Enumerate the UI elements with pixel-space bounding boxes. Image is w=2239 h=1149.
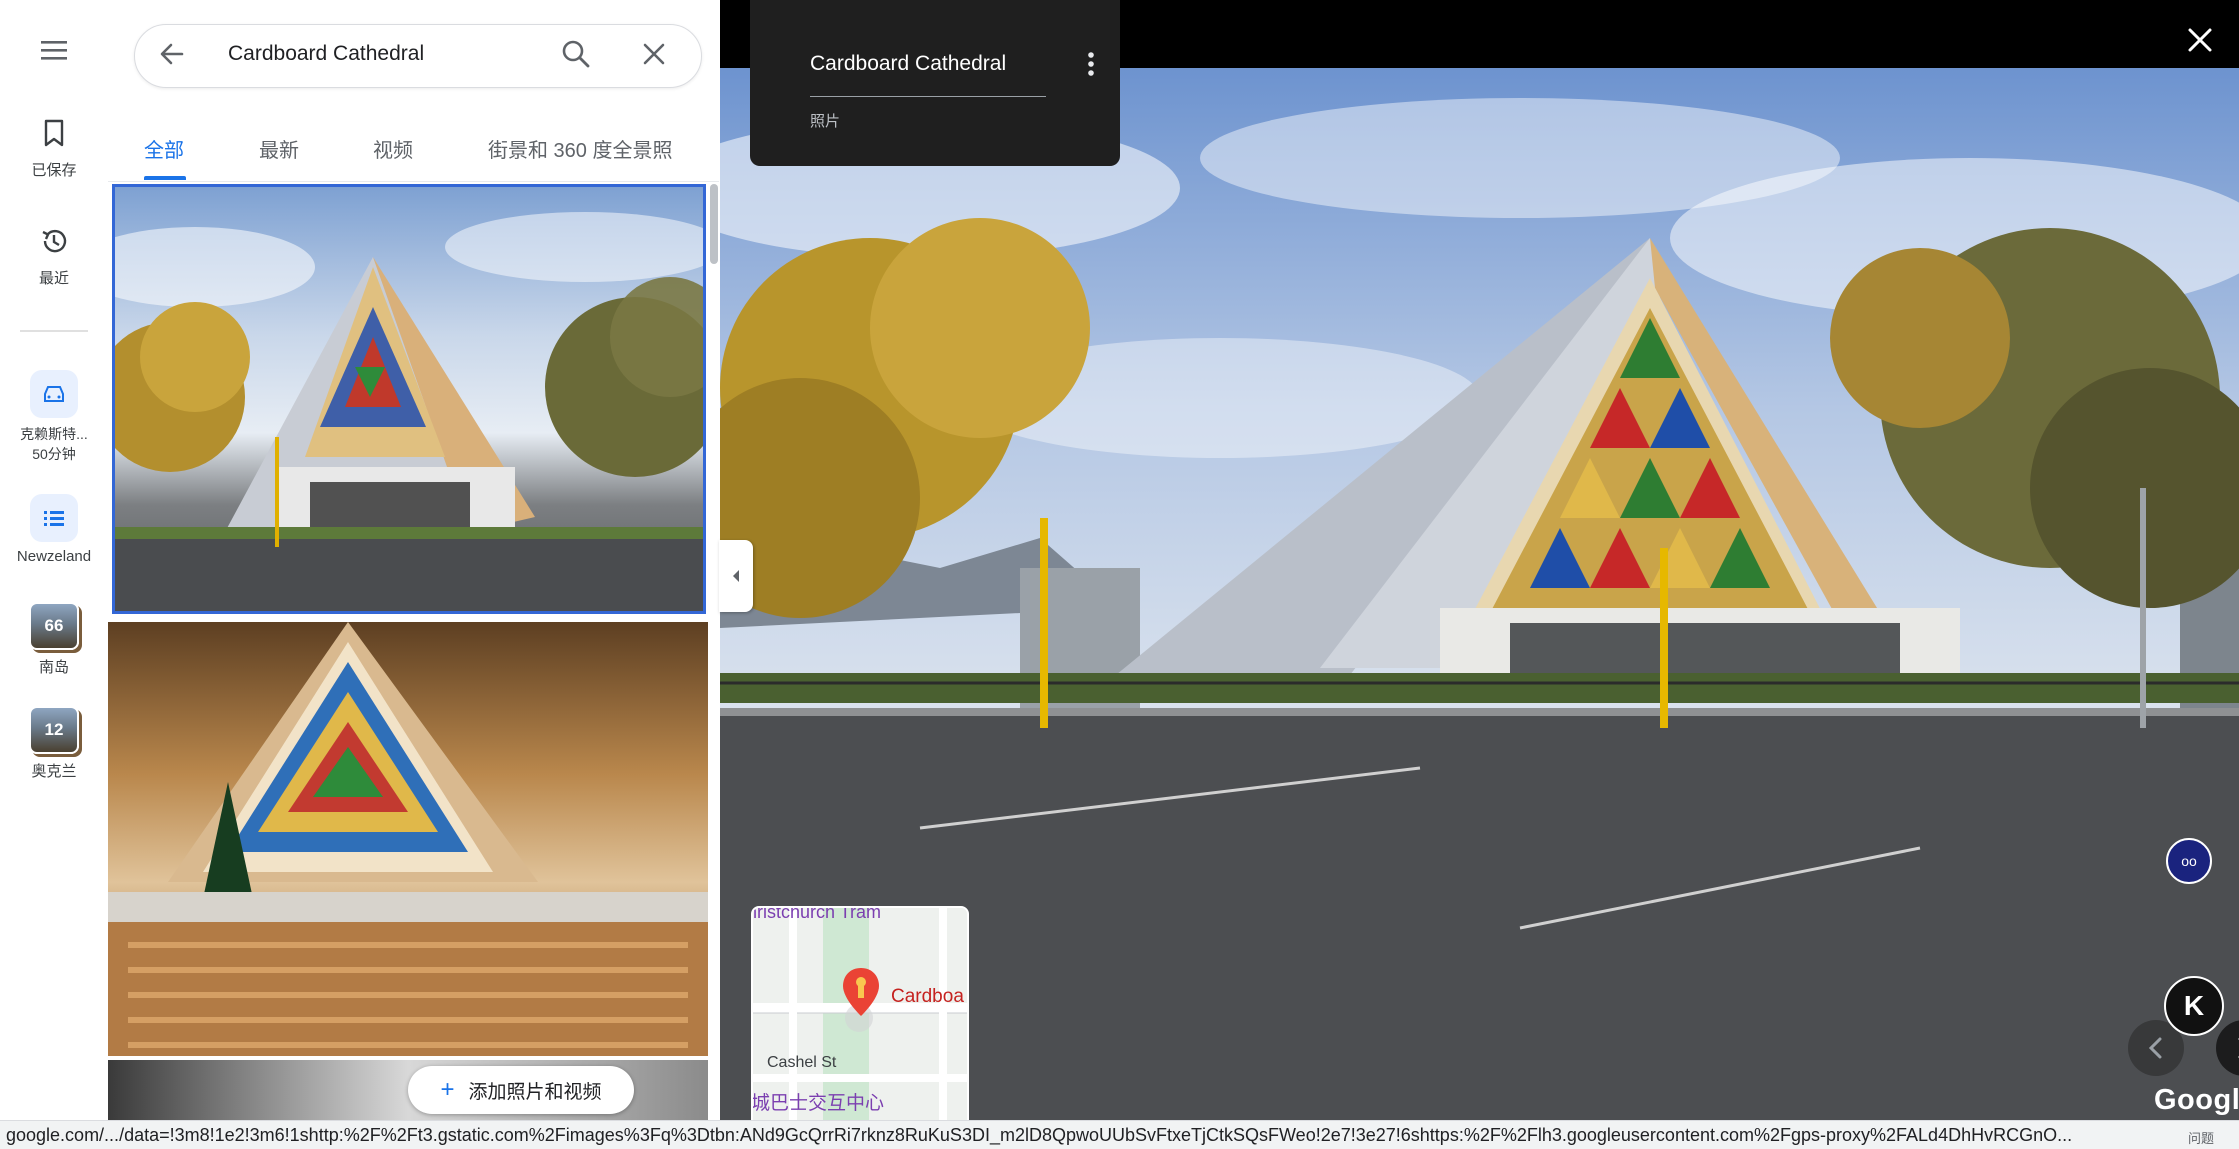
recent-label: 最近 [38,270,69,287]
search-input[interactable]: Cardboard Cathedral [228,42,424,66]
tab-street-view[interactable]: 街景和 360 度全景照 [488,134,672,163]
search-button[interactable] [560,38,592,75]
bookmark-icon [44,119,64,147]
chevron-left-icon [2148,1037,2162,1059]
saved-label: 已保存 [31,162,77,179]
south-island-thumbnail: 66 [29,602,79,650]
street-view-button[interactable]: oo [2166,838,2212,884]
list-chip [30,494,78,542]
clear-search-button[interactable] [640,40,668,73]
car-chip [30,370,78,418]
close-icon [643,43,665,65]
list-icon [44,511,64,526]
south-island-label: 南岛 [38,659,69,676]
map-pin-icon [843,968,879,1016]
history-icon [42,229,67,253]
chevron-right-icon [2238,1037,2239,1059]
close-viewer-button[interactable] [2186,26,2214,59]
photo-source-label: 照片 [810,113,841,130]
add-photos-button[interactable]: + 添加照片和视频 [408,1066,634,1114]
left-rail: 已保存 最近 克赖斯特... 50分钟 Newzeland 66 南岛 12 奥… [0,0,109,1149]
saved-trip-button[interactable]: 克赖斯特... 50分钟 [0,370,108,464]
auckland-label: 奥克兰 [31,763,77,780]
tabs-divider [108,181,719,182]
auckland-count: 12 [44,720,64,739]
binoculars-icon: oo [2181,853,2197,869]
back-button[interactable] [156,38,188,75]
collapse-panel-button[interactable] [719,540,753,612]
trip-time: 50分钟 [32,446,76,462]
google-logo: Google [2154,1084,2239,1116]
auckland-button[interactable]: 12 奥克兰 [0,706,108,781]
rail-divider [20,330,88,332]
back-arrow-icon [160,43,184,65]
south-island-count: 66 [44,616,64,635]
tab-latest[interactable]: 最新 [259,134,299,163]
recent-button[interactable]: 最近 [0,226,108,288]
photo-place-title[interactable]: Cardboard Cathedral [810,52,1006,76]
tab-videos[interactable]: 视频 [373,134,413,163]
cathedral-interior-image [108,622,708,1056]
extension-k-button[interactable]: K [2164,976,2224,1036]
title-divider [810,96,1046,97]
search-icon [562,40,590,68]
hamburger-menu-icon [41,41,67,60]
minimap-place-label: Cardboa [891,986,964,1007]
close-icon [2188,28,2212,52]
add-photos-label: 添加照片和视频 [468,1081,602,1103]
auckland-thumbnail: 12 [29,706,79,754]
active-tab-indicator [144,176,186,180]
trip-label: 克赖斯特... [20,426,88,442]
cathedral-exterior-image [115,212,703,611]
photo-thumbnail-exterior[interactable] [112,184,706,614]
k-logo-icon: K [2183,990,2205,1021]
minimap-street-label: Cashel St [767,1054,837,1071]
plus-icon: + [440,1076,455,1103]
saved-button[interactable]: 已保存 [0,118,108,180]
photos-panel: Cardboard Cathedral 全部 最新 视频 街景和 360 度全景… [108,0,719,1120]
menu-button[interactable] [0,38,108,67]
more-vertical-icon [1088,52,1094,76]
south-island-button[interactable]: 66 南岛 [0,602,108,677]
photo-title-card: Cardboard Cathedral 照片 [750,0,1120,166]
list-label: Newzeland [16,548,92,565]
photo-thumbnail-interior[interactable] [108,622,708,1056]
minimap-bus-label: 城巴士交互中心 [751,1093,885,1114]
more-options-button[interactable] [1086,50,1096,83]
browser-status-bar: google.com/.../data=!3m8!1e2!3m6!1shttp:… [0,1120,2239,1149]
status-edge-text: 问题 [2188,1131,2215,1146]
car-icon [44,386,64,402]
minimap-tram-label: hristchurch Tram [751,906,882,922]
caret-left-icon [733,570,739,582]
minimap[interactable]: hristchurch Tram Cardboa Cashel St 城巴士交互… [751,906,969,1124]
list-newzeland-button[interactable]: Newzeland [0,494,108,565]
status-url: google.com/.../data=!3m8!1e2!3m6!1shttp:… [6,1125,2073,1145]
tab-all[interactable]: 全部 [144,134,184,163]
panel-scrollbar[interactable] [710,184,718,264]
